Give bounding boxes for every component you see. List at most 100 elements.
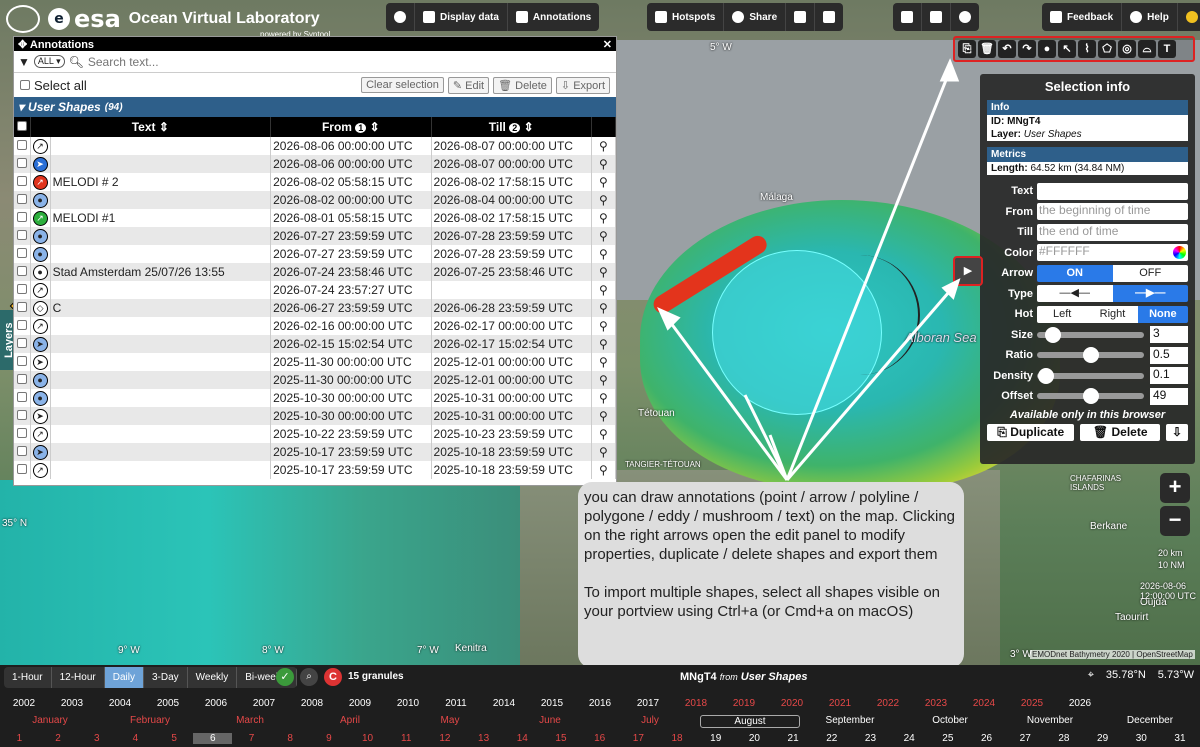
day-tick[interactable]: 7 [232, 733, 271, 744]
row-checkbox[interactable] [14, 317, 31, 335]
year-tick[interactable]: 2022 [864, 698, 912, 709]
year-tick[interactable]: 2016 [576, 698, 624, 709]
day-tick[interactable]: 13 [464, 733, 503, 744]
select-all-checkbox[interactable] [20, 80, 30, 90]
year-tick[interactable]: 2017 [624, 698, 672, 709]
locate-pin-icon[interactable]: ⚲ [591, 227, 617, 245]
row-checkbox[interactable] [14, 263, 31, 281]
year-tick[interactable]: 2006 [192, 698, 240, 709]
day-tick[interactable]: 23 [851, 733, 890, 744]
header-checkbox[interactable] [14, 117, 31, 137]
metrics-section-header[interactable]: Metrics [987, 147, 1188, 162]
hot-none-toggle[interactable]: None [1137, 305, 1188, 323]
locate-pin-icon[interactable]: ⚲ [591, 317, 617, 335]
day-tick[interactable]: 11 [387, 733, 426, 744]
point-tool-icon[interactable]: ● [1038, 40, 1056, 58]
month-tick[interactable]: April [300, 715, 400, 728]
day-tick[interactable]: 25 [929, 733, 968, 744]
row-checkbox[interactable] [14, 335, 31, 353]
arrow-on-toggle[interactable]: ON [1037, 264, 1113, 282]
day-tick[interactable]: 26 [967, 733, 1006, 744]
from-field[interactable]: the beginning of time [1037, 203, 1188, 221]
row-checkbox[interactable] [14, 137, 31, 155]
row-checkbox[interactable] [14, 371, 31, 389]
zoom-out-button[interactable]: − [1160, 506, 1190, 536]
day-tick[interactable]: 10 [348, 733, 387, 744]
row-checkbox[interactable] [14, 245, 31, 263]
day-tick[interactable]: 16 [580, 733, 619, 744]
undo-icon[interactable]: ↶ [998, 40, 1016, 58]
help-button[interactable]: Help [1122, 3, 1178, 31]
year-tick[interactable]: 2024 [960, 698, 1008, 709]
header-text[interactable]: Text ⇕ [30, 117, 272, 137]
day-tick[interactable]: 21 [774, 733, 813, 744]
table-row[interactable]: ➤ 2025-11-30 00:00:00 UTC 2025-12-01 00:00… [14, 353, 617, 371]
display-data-button[interactable]: Display data [415, 3, 508, 31]
arrow-off-toggle[interactable]: OFF [1112, 264, 1188, 282]
day-tick[interactable]: 27 [1006, 733, 1045, 744]
month-tick[interactable]: December [1100, 715, 1200, 728]
year-tick[interactable]: 2023 [912, 698, 960, 709]
locate-pin-icon[interactable]: ⚲ [591, 281, 617, 299]
day-tick[interactable]: 31 [1161, 733, 1200, 744]
row-checkbox[interactable] [14, 461, 31, 479]
table-row[interactable]: ◇ C 2026-06-27 23:59:59 UTC 2026-06-28 23:5… [14, 299, 617, 317]
notifications-button[interactable] [1178, 3, 1200, 31]
locate-pin-icon[interactable]: ⚲ [591, 299, 617, 317]
delete-shape-button[interactable]: 🗑︎ Delete [1080, 423, 1160, 441]
year-tick[interactable]: 2004 [96, 698, 144, 709]
header-from[interactable]: From 1 ⇕ [270, 117, 432, 137]
year-tick[interactable]: 2026 [1056, 698, 1104, 709]
month-tick[interactable]: February [100, 715, 200, 728]
copy-icon[interactable]: ⎘ [958, 40, 976, 58]
day-tick[interactable]: 8 [271, 733, 310, 744]
annotations-button[interactable]: Annotations [508, 3, 599, 31]
locate-pin-icon[interactable]: ⚲ [591, 425, 617, 443]
table-row[interactable]: ↗ 2025-10-22 23:59:59 UTC 2025-10-23 23:59… [14, 425, 617, 443]
table-row[interactable]: ● 2025-11-30 00:00:00 UTC 2025-12-01 00:00… [14, 371, 617, 389]
month-tick[interactable]: July [600, 715, 700, 728]
year-tick[interactable]: 2014 [480, 698, 528, 709]
locate-pin-icon[interactable]: ⚲ [591, 137, 617, 155]
share-button[interactable]: Share [724, 3, 787, 31]
header-till[interactable]: Till 2 ⇕ [431, 117, 592, 137]
table-row[interactable]: ↗ MELODI #1 2026-08-01 05:58:15 UTC 2026-08… [14, 209, 617, 227]
redo-icon[interactable]: ↷ [1018, 40, 1036, 58]
day-tick[interactable]: 3 [77, 733, 116, 744]
row-checkbox[interactable] [14, 281, 31, 299]
locate-pin-icon[interactable]: ⚲ [591, 407, 617, 425]
table-row[interactable]: ↗ MELODI # 2 2026-08-02 05:58:15 UTC 2026-0… [14, 173, 617, 191]
hotspots-button[interactable]: Hotspots [647, 3, 725, 31]
filter-icon[interactable]: ▼ [18, 55, 30, 69]
day-tick[interactable]: 30 [1122, 733, 1161, 744]
duplicate-button[interactable]: ⎘ Duplicate [987, 423, 1075, 441]
polygon-tool-icon[interactable]: ⬠ [1098, 40, 1116, 58]
month-tick[interactable]: October [900, 715, 1000, 728]
offset-slider[interactable] [1037, 388, 1144, 405]
download-icon[interactable]: ⇩ [1166, 423, 1188, 441]
year-tick[interactable]: 2003 [48, 698, 96, 709]
year-tick[interactable]: 2011 [432, 698, 480, 709]
search-granules-icon[interactable]: ⌕ [300, 668, 318, 686]
color-wheel-icon[interactable] [1173, 246, 1186, 260]
row-checkbox[interactable] [14, 227, 31, 245]
hot-left-toggle[interactable]: Left [1037, 305, 1088, 323]
period-option[interactable]: 3-Day [144, 667, 188, 688]
clear-granules-icon[interactable]: C [324, 668, 342, 686]
day-tick[interactable]: 2 [39, 733, 78, 744]
day-tick[interactable]: 19 [696, 733, 735, 744]
month-tick[interactable]: August [700, 715, 800, 728]
year-tick[interactable]: 2025 [1008, 698, 1056, 709]
clear-selection-button[interactable]: Clear selection [361, 77, 444, 93]
arrow-type-inward[interactable]: —◀— [1037, 285, 1113, 303]
locate-pin-icon[interactable]: ⚲ [591, 353, 617, 371]
row-checkbox[interactable] [14, 155, 31, 173]
row-checkbox[interactable] [14, 191, 31, 209]
edit-button[interactable]: ✎ Edit [447, 76, 490, 94]
size-input[interactable]: 3 [1150, 326, 1188, 344]
day-tick[interactable]: 22 [812, 733, 851, 744]
filter-dropdown[interactable]: ALL ▾ [33, 55, 65, 68]
row-checkbox[interactable] [14, 209, 31, 227]
row-checkbox[interactable] [14, 425, 31, 443]
text-field[interactable] [1037, 182, 1188, 200]
